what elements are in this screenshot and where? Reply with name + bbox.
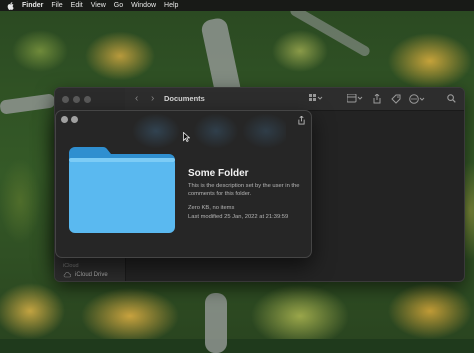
minimize-icon[interactable] (71, 116, 78, 123)
road-segment (0, 93, 56, 115)
menu-item-go[interactable]: Go (114, 0, 123, 11)
folder-size: Zero KB, no items (188, 205, 235, 211)
forward-chevron-icon[interactable]: › (151, 93, 154, 104)
close-icon[interactable] (61, 116, 68, 123)
menu-item-window[interactable]: Window (131, 0, 156, 11)
tag-icon[interactable] (391, 94, 401, 104)
cloud-icon (63, 272, 71, 278)
apple-icon[interactable] (7, 1, 14, 10)
grid-view-icon[interactable] (309, 94, 323, 103)
back-chevron-icon[interactable]: ‹ (135, 93, 138, 104)
menu-item-finder[interactable]: Finder (22, 0, 43, 11)
menu-item-edit[interactable]: Edit (71, 0, 83, 11)
road-segment (288, 4, 372, 58)
menu-item-file[interactable]: File (51, 0, 62, 11)
folder-name: Some Folder (188, 168, 249, 179)
share-icon[interactable] (298, 116, 305, 125)
group-icon[interactable] (347, 94, 363, 103)
minimize-button[interactable] (73, 96, 80, 103)
folder-modified-date: Last modified 25 Jan, 2022 at 21:39:59 (188, 214, 289, 220)
folder-description: This is the description set by the user … (188, 183, 300, 197)
road-segment (205, 293, 227, 353)
pointer-cursor-icon (183, 132, 190, 142)
more-icon[interactable] (409, 94, 425, 104)
search-icon[interactable] (447, 94, 456, 103)
close-button[interactable] (62, 96, 69, 103)
sidebar-item-label: iCloud Drive (75, 272, 108, 278)
share-icon[interactable] (373, 94, 381, 104)
menu-item-view[interactable]: View (91, 0, 106, 11)
window-title: Documents (164, 94, 205, 103)
sidebar-section-icloud: iCloud (63, 263, 79, 269)
folder-icon (69, 147, 175, 233)
menu-item-help[interactable]: Help (164, 0, 178, 11)
zoom-button[interactable] (84, 96, 91, 103)
menu-bar: Finder File Edit View Go Window Help (0, 0, 474, 11)
sidebar-item-icloud-drive[interactable]: iCloud Drive (63, 272, 108, 278)
